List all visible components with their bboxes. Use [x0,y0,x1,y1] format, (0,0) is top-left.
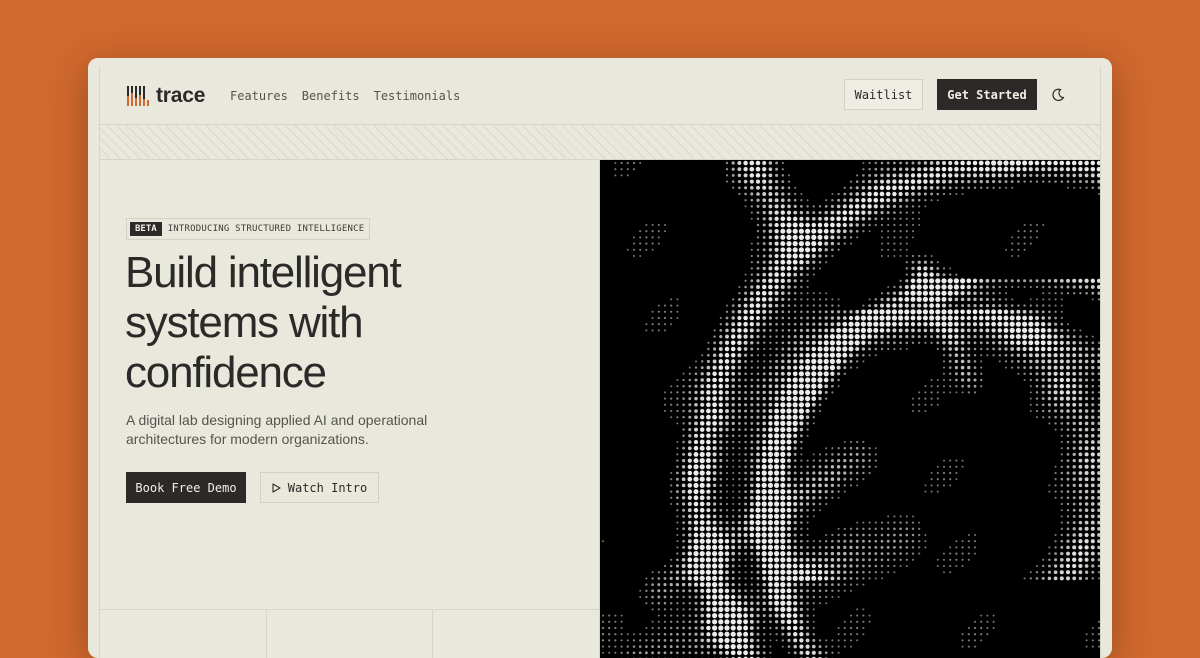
nav-links: Features Benefits Testimonials [230,89,460,103]
hero-visual [600,160,1100,658]
brand-name: trace [156,84,205,108]
headline-line-1: Build intelligent [125,248,401,297]
headline-line-2: systems with [125,298,362,347]
announcement-badge: BETA INTRODUCING STRUCTURED INTELLIGENCE [126,218,370,240]
nav-link-benefits[interactable]: Benefits [302,89,360,103]
hatched-divider [100,125,1100,160]
hero-subheading: A digital lab designing applied AI and o… [126,411,446,449]
stat-cell [266,610,433,658]
get-started-button[interactable]: Get Started [937,79,1037,110]
watch-intro-button[interactable]: Watch Intro [260,472,379,503]
hero-content: BETA INTRODUCING STRUCTURED INTELLIGENCE… [100,160,600,658]
play-icon [272,483,281,493]
nav-link-features[interactable]: Features [230,89,288,103]
badge-text: INTRODUCING STRUCTURED INTELLIGENCE [168,224,365,234]
nav-link-testimonials[interactable]: Testimonials [374,89,461,103]
top-navigation: trace Features Benefits Testimonials Wai… [100,66,1100,125]
moon-icon[interactable] [1051,88,1065,102]
hero-headline: Build intelligent systems with confidenc… [125,248,565,398]
stat-cell [100,610,267,658]
logo[interactable]: trace [126,83,205,109]
stats-row [100,609,599,658]
book-demo-button[interactable]: Book Free Demo [126,472,246,503]
browser-window: trace Features Benefits Testimonials Wai… [88,58,1112,658]
watch-intro-label: Watch Intro [288,481,367,495]
waitlist-button[interactable]: Waitlist [844,79,923,110]
headline-line-3: confidence [125,348,326,397]
dot-matrix-portrait [600,160,1100,658]
page-frame: trace Features Benefits Testimonials Wai… [99,66,1101,658]
barcode-logo-icon [126,84,150,108]
beta-tag: BETA [130,222,162,236]
